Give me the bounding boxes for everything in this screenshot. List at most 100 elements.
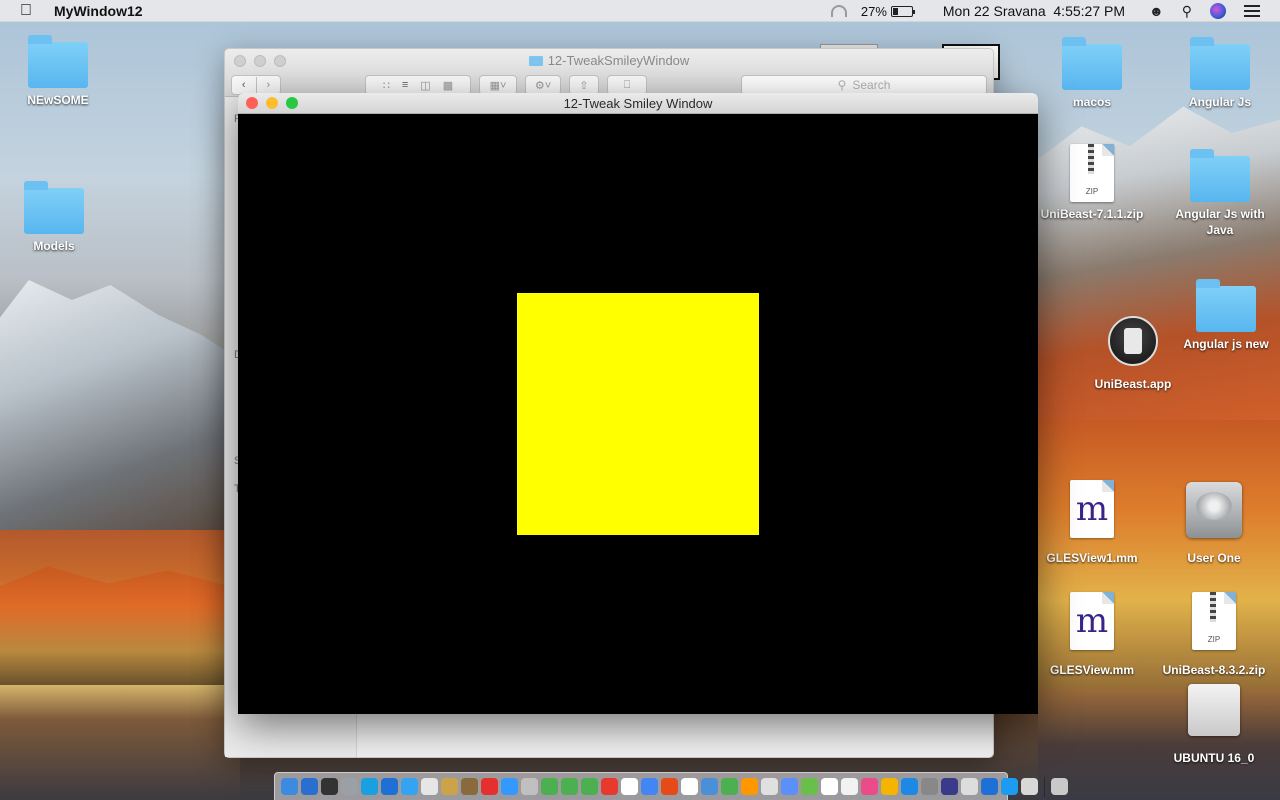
dock-app-icon[interactable] bbox=[1021, 778, 1038, 795]
zipper-icon bbox=[1088, 144, 1094, 174]
dock-app-icon[interactable] bbox=[941, 778, 958, 795]
dock-app-icon[interactable] bbox=[621, 778, 638, 795]
dock-app-icon[interactable] bbox=[781, 778, 798, 795]
dock-app-icon[interactable] bbox=[461, 778, 478, 795]
share-button[interactable]: ⇧ bbox=[569, 75, 599, 95]
desktop-icon-label: Models bbox=[33, 239, 75, 253]
desktop-icon-unibeast-app[interactable]: UniBeast.app bbox=[1073, 316, 1193, 392]
dock-app-icon[interactable] bbox=[501, 778, 518, 795]
dock-app-icon[interactable] bbox=[641, 778, 658, 795]
forward-icon[interactable]: › bbox=[267, 79, 271, 91]
folder-icon bbox=[1062, 37, 1122, 90]
hard-disk-icon bbox=[1186, 482, 1242, 538]
desktop-icon-models[interactable]: Models bbox=[0, 181, 114, 254]
gl-window-titlebar[interactable]: 12-Tweak Smiley Window bbox=[238, 93, 1038, 114]
dock-app-icon[interactable] bbox=[321, 778, 338, 795]
desktop-icon-macos[interactable]: macos bbox=[1032, 37, 1152, 110]
folder-icon bbox=[28, 35, 88, 88]
desktop-icon-glesview-mm[interactable]: m GLESView.mm bbox=[1032, 592, 1152, 678]
user-icon[interactable]: ☻ bbox=[1149, 3, 1164, 19]
desktop-icon-label: macos bbox=[1072, 95, 1112, 109]
dock-app-icon[interactable] bbox=[881, 778, 898, 795]
battery-icon bbox=[890, 5, 915, 17]
dock-app-icon[interactable] bbox=[861, 778, 878, 795]
desktop-icon-label: UniBeast-8.3.2.zip bbox=[1162, 663, 1266, 677]
desktop-icon-unibeast-832-zip[interactable]: ZIP UniBeast-8.3.2.zip bbox=[1154, 592, 1274, 678]
desktop-icon-angular-js[interactable]: Angular Js bbox=[1160, 37, 1280, 110]
dock-app-icon[interactable] bbox=[761, 778, 778, 795]
folder-icon bbox=[1196, 279, 1256, 332]
dock-app-icon[interactable] bbox=[421, 778, 438, 795]
dock-app-icon[interactable] bbox=[301, 778, 318, 795]
dock-app-icon[interactable] bbox=[701, 778, 718, 795]
desktop-icon-label: GLESView1.mm bbox=[1046, 551, 1138, 565]
siri-icon[interactable] bbox=[1210, 3, 1226, 19]
dock-app-icon[interactable] bbox=[481, 778, 498, 795]
back-forward-buttons[interactable]: ‹ › bbox=[231, 75, 281, 95]
wifi-icon[interactable] bbox=[830, 5, 847, 17]
trash-icon[interactable] bbox=[1051, 778, 1068, 795]
notification-center-icon[interactable] bbox=[1244, 5, 1260, 17]
unibeast-app-icon bbox=[1108, 316, 1158, 366]
dock-app-icon[interactable] bbox=[921, 778, 938, 795]
dock-app-icon[interactable] bbox=[401, 778, 418, 795]
dock-app-icon[interactable] bbox=[741, 778, 758, 795]
desktop-icon-angular-js-with-java[interactable]: Angular Js with Java bbox=[1160, 149, 1280, 238]
dock-app-icon[interactable] bbox=[1001, 778, 1018, 795]
desktop-icon-newsome[interactable]: NEwSOME bbox=[0, 35, 118, 108]
dock-app-icon[interactable] bbox=[601, 778, 618, 795]
opengl-canvas[interactable] bbox=[238, 114, 1038, 714]
zip-badge: ZIP bbox=[1085, 187, 1099, 196]
search-field[interactable]: ⚲ Search bbox=[741, 75, 987, 95]
dock-app-icon[interactable] bbox=[681, 778, 698, 795]
dock-app-icon[interactable] bbox=[561, 778, 578, 795]
desktop-icon-unibeast-711-zip[interactable]: ZIP UniBeast-7.1.1.zip bbox=[1032, 144, 1152, 222]
folder-icon bbox=[24, 181, 84, 234]
gallery-view-icon[interactable]: ▩ bbox=[443, 79, 453, 92]
dock-app-icon[interactable] bbox=[661, 778, 678, 795]
desktop-icon-label: UBUNTU 16_0 bbox=[1173, 751, 1255, 765]
dock-app-icon[interactable] bbox=[361, 778, 378, 795]
tags-button[interactable]: ⎕ bbox=[607, 75, 647, 95]
search-icon[interactable]: ⚲ bbox=[1182, 3, 1192, 20]
column-view-icon[interactable]: ◫ bbox=[420, 79, 430, 92]
desktop-icon-user-one[interactable]: User One bbox=[1154, 482, 1274, 566]
list-view-icon[interactable]: ≡ bbox=[402, 79, 408, 91]
dock bbox=[274, 772, 1068, 800]
dock-app-icon[interactable] bbox=[341, 778, 358, 795]
dock-app-icon[interactable] bbox=[281, 778, 298, 795]
arrange-button[interactable]: ▦˅ bbox=[479, 75, 517, 95]
apple-icon[interactable]:  bbox=[20, 2, 32, 20]
desktop-icon-glesview1-mm[interactable]: m GLESView1.mm bbox=[1032, 480, 1152, 566]
back-icon[interactable]: ‹ bbox=[242, 79, 246, 91]
battery-status[interactable]: 27% bbox=[861, 4, 915, 19]
finder-titlebar[interactable]: 12-TweakSmileyWindow ‹ › ∷ ≡ ◫ ▩ ▦˅ ⚙˅ ⇧… bbox=[225, 49, 993, 97]
dock-app-icon[interactable] bbox=[521, 778, 538, 795]
arrange-icon: ▦˅ bbox=[489, 79, 507, 92]
dock-app-icon[interactable] bbox=[381, 778, 398, 795]
dock-app-icon[interactable] bbox=[721, 778, 738, 795]
dock-app-icon[interactable] bbox=[981, 778, 998, 795]
action-button[interactable]: ⚙˅ bbox=[525, 75, 561, 95]
dock-app-icon[interactable] bbox=[441, 778, 458, 795]
active-app-menu[interactable]: MyWindow12 bbox=[54, 3, 143, 19]
external-drive-icon bbox=[1188, 684, 1240, 736]
dock-app-icon[interactable] bbox=[801, 778, 818, 795]
zip-file-icon: ZIP bbox=[1070, 144, 1114, 202]
gl-window[interactable]: 12-Tweak Smiley Window bbox=[238, 93, 1038, 714]
dock-app-icon[interactable] bbox=[541, 778, 558, 795]
desktop-icon-label: Angular Js with Java bbox=[1175, 207, 1265, 237]
dock-app-icon[interactable] bbox=[841, 778, 858, 795]
file-glyph: m bbox=[1075, 489, 1109, 529]
search-icon: ⚲ bbox=[837, 78, 847, 92]
dock-app-icon[interactable] bbox=[821, 778, 838, 795]
dock-app-icon[interactable] bbox=[901, 778, 918, 795]
dock-app-icon[interactable] bbox=[961, 778, 978, 795]
dock-app-icon[interactable] bbox=[581, 778, 598, 795]
zipper-icon bbox=[1210, 592, 1216, 622]
icon-view-icon[interactable]: ∷ bbox=[383, 79, 390, 92]
desktop-icon-ubuntu-16[interactable]: UBUNTU 16_0 bbox=[1154, 684, 1274, 766]
view-mode-buttons[interactable]: ∷ ≡ ◫ ▩ bbox=[365, 75, 471, 95]
clock[interactable]: Mon 22 Sravana 4:55:27 PM bbox=[943, 3, 1125, 19]
desktop-icon-label: UniBeast-7.1.1.zip bbox=[1040, 207, 1144, 221]
